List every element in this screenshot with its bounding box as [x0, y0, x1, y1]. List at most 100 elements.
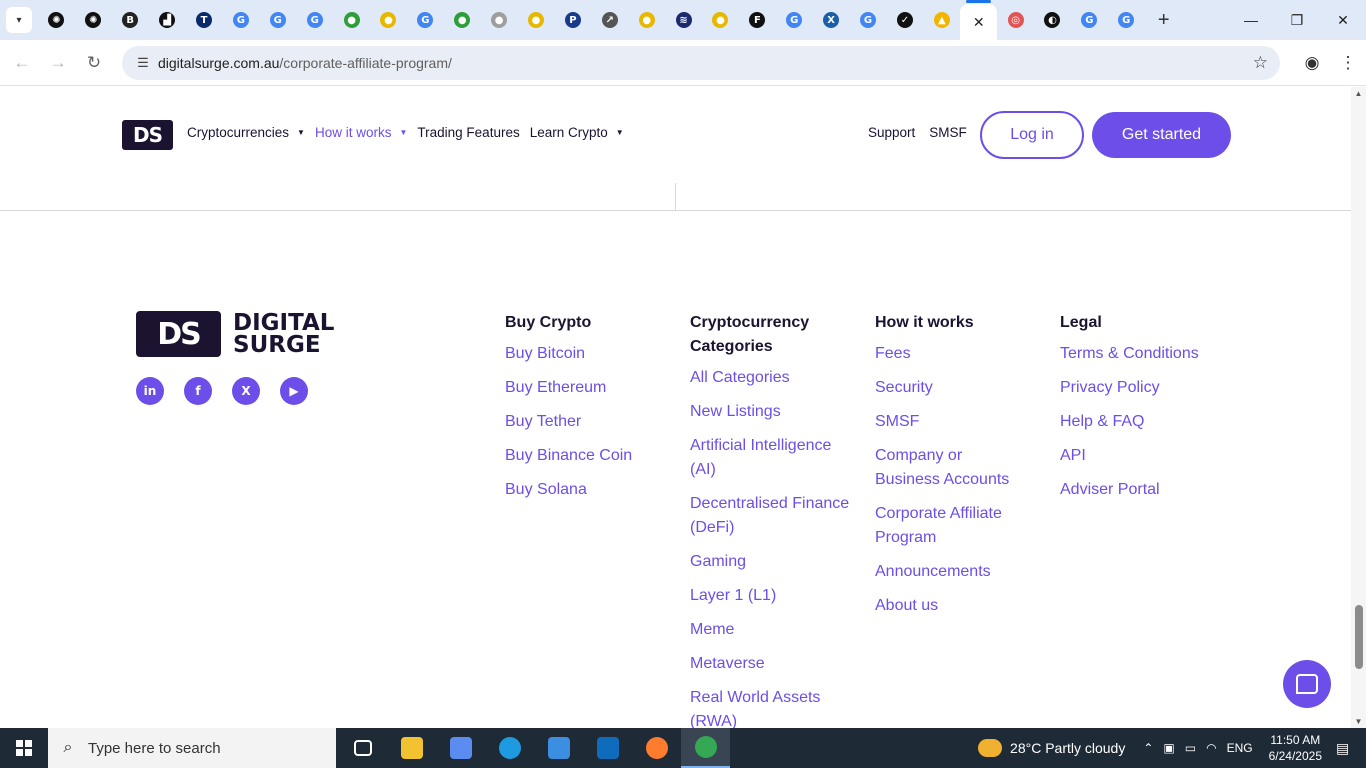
language-indicator[interactable]: ENG	[1227, 741, 1253, 755]
tab-search-button[interactable]: ▾	[6, 7, 32, 33]
footer-link[interactable]: Buy Solana	[505, 478, 655, 502]
taskbar-search[interactable]: ⌕ Type here to search	[48, 728, 336, 768]
tab[interactable]: ▟	[149, 4, 186, 36]
wifi-icon[interactable]: ◠	[1206, 741, 1216, 755]
nav-item-trading-features[interactable]: Trading Features	[417, 125, 519, 140]
footer-link[interactable]: Announcements	[875, 560, 1025, 584]
scrollbar-thumb[interactable]	[1355, 605, 1363, 669]
tray-chevron-icon[interactable]: ⌃	[1143, 741, 1153, 755]
get-started-button[interactable]: Get started	[1092, 112, 1231, 158]
footer-link[interactable]: Artificial Intelligence (AI)	[690, 434, 850, 482]
tab[interactable]: ●	[370, 4, 407, 36]
tab-active[interactable]: ✕	[960, 0, 998, 40]
meet-icon[interactable]: ▣	[1163, 741, 1174, 755]
site-info-icon[interactable]: ☰	[128, 55, 158, 71]
footer-link[interactable]: Real World Assets (RWA)	[690, 686, 850, 728]
taskbar-app[interactable]	[534, 728, 583, 768]
tab[interactable]: G	[222, 4, 259, 36]
login-button[interactable]: Log in	[980, 111, 1084, 159]
taskbar-app[interactable]	[681, 728, 730, 768]
tab[interactable]: ✓	[886, 4, 923, 36]
footer-logo[interactable]: DS DIGITAL SURGE	[136, 311, 334, 357]
footer-link[interactable]: Buy Binance Coin	[505, 444, 655, 468]
tab[interactable]: G	[407, 4, 444, 36]
notifications-icon[interactable]: ▤	[1336, 740, 1356, 757]
taskbar-app[interactable]	[387, 728, 436, 768]
tab[interactable]: ●	[444, 4, 481, 36]
tab[interactable]: ↗	[591, 4, 628, 36]
nav-item-how-it-works[interactable]: How it works ▼	[315, 125, 407, 140]
close-tab-icon[interactable]: ✕	[973, 14, 985, 31]
tab[interactable]: T	[186, 4, 223, 36]
footer-link[interactable]: Buy Ethereum	[505, 376, 655, 400]
footer-link[interactable]: Privacy Policy	[1060, 376, 1260, 400]
footer-link[interactable]: Help & FAQ	[1060, 410, 1260, 434]
tab[interactable]: B	[112, 4, 149, 36]
maximize-button[interactable]: ❐	[1274, 0, 1320, 40]
footer-link[interactable]: Company or Business Accounts	[875, 444, 1025, 492]
footer-link[interactable]: SMSF	[875, 410, 1025, 434]
site-logo[interactable]: DS	[122, 120, 173, 150]
nav-item-learn-crypto[interactable]: Learn Crypto ▼	[530, 125, 624, 140]
new-tab-button[interactable]: +	[1149, 9, 1179, 32]
clock[interactable]: 11:50 AM 6/24/2025	[1269, 732, 1322, 764]
tab[interactable]: G	[850, 4, 887, 36]
footer-link[interactable]: All Categories	[690, 366, 850, 390]
minimize-button[interactable]: —	[1228, 0, 1274, 40]
tab[interactable]: X	[813, 4, 850, 36]
back-button[interactable]: ←	[4, 45, 40, 81]
tab[interactable]: ≋	[665, 4, 702, 36]
address-bar[interactable]: ☰ digitalsurge.com.au/corporate-affiliat…	[122, 46, 1280, 80]
tab[interactable]: ●	[518, 4, 555, 36]
tab[interactable]: ◐	[1034, 4, 1071, 36]
forward-button[interactable]: →	[40, 45, 76, 81]
taskbar-app[interactable]	[632, 728, 681, 768]
reload-button[interactable]: ↻	[76, 45, 112, 81]
battery-icon[interactable]: ▭	[1185, 741, 1196, 755]
tab[interactable]: ●	[333, 4, 370, 36]
youtube-icon[interactable]: ▶	[280, 377, 308, 405]
close-window-button[interactable]: ✕	[1320, 0, 1366, 40]
tab[interactable]: G	[296, 4, 333, 36]
footer-link[interactable]: API	[1060, 444, 1260, 468]
tab[interactable]: G	[259, 4, 296, 36]
footer-link[interactable]: Gaming	[690, 550, 850, 574]
tab[interactable]: F	[739, 4, 776, 36]
scroll-down-icon[interactable]: ▼	[1351, 717, 1366, 726]
footer-link[interactable]: Terms & Conditions	[1060, 342, 1260, 366]
footer-link[interactable]: Security	[875, 376, 1025, 400]
footer-link[interactable]: New Listings	[690, 400, 850, 424]
tab[interactable]: ✺	[75, 4, 112, 36]
page-scrollbar[interactable]: ▲ ▼	[1351, 87, 1366, 728]
tab[interactable]: ●	[628, 4, 665, 36]
profile-icon[interactable]: ◉	[1294, 53, 1330, 73]
linkedin-icon[interactable]: in	[136, 377, 164, 405]
footer-link[interactable]: Corporate Affiliate Program	[875, 502, 1025, 550]
support-link[interactable]: Support	[868, 125, 915, 140]
menu-icon[interactable]: ⋮	[1330, 53, 1366, 73]
chat-widget-button[interactable]	[1283, 660, 1331, 708]
footer-link[interactable]: Decentralised Finance (DeFi)	[690, 492, 850, 540]
nav-item-cryptocurrencies[interactable]: Cryptocurrencies ▼	[187, 125, 305, 140]
tab[interactable]: ▲	[923, 4, 960, 36]
tab[interactable]: ●	[481, 4, 518, 36]
footer-link[interactable]: Buy Tether	[505, 410, 655, 434]
footer-link[interactable]: Buy Bitcoin	[505, 342, 655, 366]
start-button[interactable]	[0, 728, 48, 768]
weather-widget[interactable]: 28°C Partly cloudy	[978, 739, 1125, 757]
taskbar-app[interactable]	[436, 728, 485, 768]
footer-link[interactable]: About us	[875, 594, 1025, 618]
tab[interactable]: G	[1108, 4, 1145, 36]
footer-link[interactable]: Meme	[690, 618, 850, 642]
scroll-up-icon[interactable]: ▲	[1351, 89, 1366, 98]
tab[interactable]: ●	[702, 4, 739, 36]
taskbar-app[interactable]	[338, 728, 387, 768]
footer-link[interactable]: Metaverse	[690, 652, 850, 676]
x-icon[interactable]: X	[232, 377, 260, 405]
url-text[interactable]: digitalsurge.com.au/corporate-affiliate-…	[158, 55, 452, 71]
tab[interactable]: G	[1071, 4, 1108, 36]
tab[interactable]: ✺	[38, 4, 75, 36]
smsf-link[interactable]: SMSF	[929, 125, 967, 140]
taskbar-app[interactable]	[485, 728, 534, 768]
taskbar-app[interactable]	[583, 728, 632, 768]
